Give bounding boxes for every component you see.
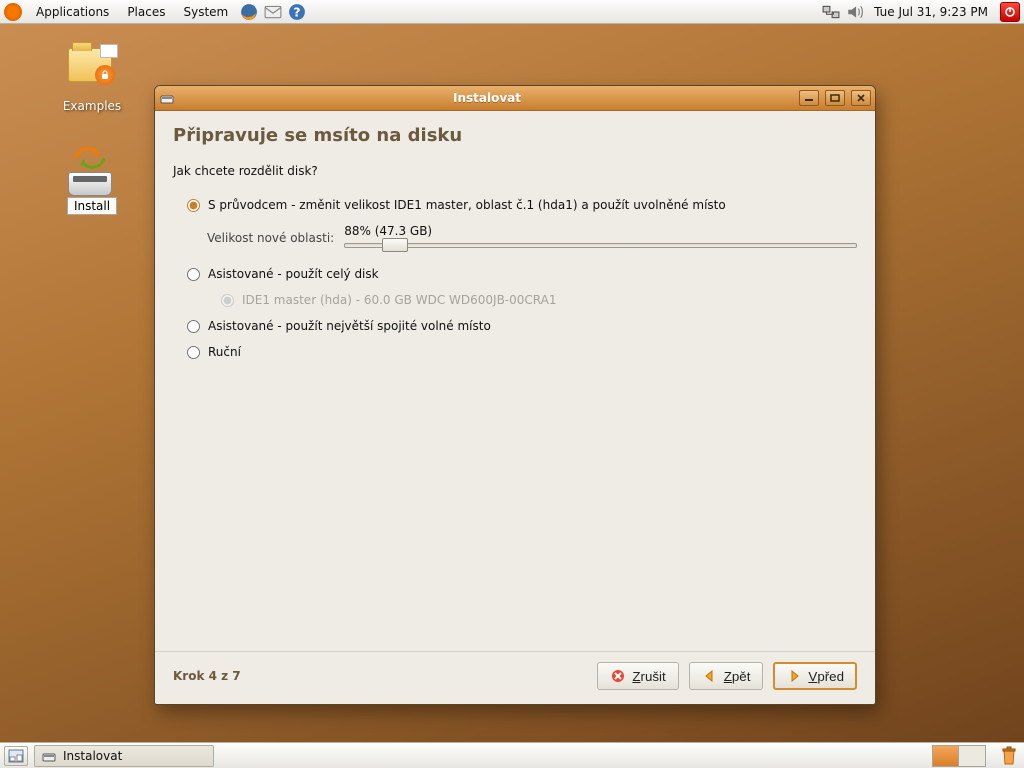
taskbar-item-installer[interactable]: Instalovat <box>34 745 214 767</box>
radio-manual-label: Ruční <box>208 345 241 359</box>
folder-icon <box>68 48 116 96</box>
cancel-button-label: Zrušit <box>632 669 665 684</box>
resize-slider[interactable] <box>344 239 857 251</box>
desktop-label-install: Install <box>52 196 132 216</box>
resize-slider-row: Velikost nové oblasti: 88% (47.3 GB) <box>207 224 857 251</box>
radio-guided-whole-disk[interactable]: Asistované - použít celý disk <box>187 267 857 281</box>
radio-disk-device: IDE1 master (hda) - 60.0 GB WDC WD600JB-… <box>221 293 857 307</box>
radio-guided-resize[interactable]: S průvodcem - změnit velikost IDE1 maste… <box>187 198 857 212</box>
top-panel: Applications Places System ? Tue Jul 31,… <box>0 0 1024 24</box>
workspace-1[interactable] <box>933 746 959 766</box>
menu-places[interactable]: Places <box>119 3 173 21</box>
workspace-2[interactable] <box>959 746 985 766</box>
page-title: Připravuje se msíto na disku <box>173 125 857 146</box>
cancel-button[interactable]: Zrušit <box>597 662 678 690</box>
maximize-button[interactable] <box>825 90 845 106</box>
link-emblem-icon <box>100 44 118 58</box>
resize-readout: 88% (47.3 GB) <box>344 224 857 238</box>
titlebar[interactable]: Instalovat <box>155 86 875 111</box>
ubuntu-logo-icon <box>4 3 22 21</box>
radio-guided-whole-input[interactable] <box>187 268 200 281</box>
radio-guided-whole-label: Asistované - použít celý disk <box>208 267 379 281</box>
forward-arrow-icon <box>786 668 802 684</box>
lock-emblem-icon <box>95 65 115 85</box>
resize-slider-label: Velikost nové oblasti: <box>207 231 334 245</box>
shutdown-button[interactable] <box>1000 2 1020 22</box>
resize-slider-thumb[interactable] <box>382 238 408 252</box>
desktop-icon-examples[interactable]: Examples <box>52 38 132 114</box>
network-icon[interactable] <box>822 3 840 21</box>
step-label: Krok 4 z 7 <box>173 669 241 683</box>
clock[interactable]: Tue Jul 31, 9:23 PM <box>868 5 994 19</box>
volume-icon[interactable] <box>846 3 864 21</box>
forward-button[interactable]: Vpřed <box>773 662 857 690</box>
desktop-icon-install[interactable]: Install <box>52 146 132 216</box>
radio-disk-device-label: IDE1 master (hda) - 60.0 GB WDC WD600JB-… <box>242 293 556 307</box>
trash-icon[interactable] <box>998 745 1020 767</box>
radio-guided-resize-input[interactable] <box>187 199 200 212</box>
dialog-body: Připravuje se msíto na disku Jak chcete … <box>155 111 875 651</box>
back-arrow-icon <box>702 668 718 684</box>
svg-text:?: ? <box>294 5 301 19</box>
radio-guided-resize-label: S průvodcem - změnit velikost IDE1 maste… <box>208 198 726 212</box>
window-app-icon <box>159 90 175 106</box>
help-icon[interactable]: ? <box>288 3 306 21</box>
task-app-icon <box>41 748 57 764</box>
workspace-switcher[interactable] <box>932 745 986 767</box>
radio-guided-free-input[interactable] <box>187 320 200 333</box>
taskbar-item-label: Instalovat <box>63 749 122 763</box>
close-button[interactable] <box>851 90 871 106</box>
install-icon <box>68 146 116 194</box>
partition-question: Jak chcete rozdělit disk? <box>173 164 857 178</box>
back-button-label: Zpět <box>724 669 751 684</box>
installer-dialog: Instalovat Připravuje se msíto na disku … <box>154 85 876 705</box>
menu-system[interactable]: System <box>175 3 236 21</box>
mail-icon[interactable] <box>264 3 282 21</box>
radio-manual[interactable]: Ruční <box>187 345 857 359</box>
firefox-icon[interactable] <box>240 3 258 21</box>
radio-guided-free-space[interactable]: Asistované - použít největší spojité vol… <box>187 319 857 333</box>
cancel-icon <box>610 668 626 684</box>
radio-guided-free-label: Asistované - použít největší spojité vol… <box>208 319 491 333</box>
show-desktop-button[interactable] <box>4 746 28 766</box>
button-bar: Krok 4 z 7 Zrušit Zpět Vpřed <box>155 651 875 704</box>
window-title: Instalovat <box>181 91 793 105</box>
minimize-button[interactable] <box>799 90 819 106</box>
menu-applications[interactable]: Applications <box>28 3 117 21</box>
forward-button-label: Vpřed <box>808 669 844 684</box>
desktop-label-examples: Examples <box>52 98 132 114</box>
bottom-panel: Instalovat <box>0 742 1024 768</box>
back-button[interactable]: Zpět <box>689 662 764 690</box>
radio-disk-device-input <box>221 294 234 307</box>
radio-manual-input[interactable] <box>187 346 200 359</box>
